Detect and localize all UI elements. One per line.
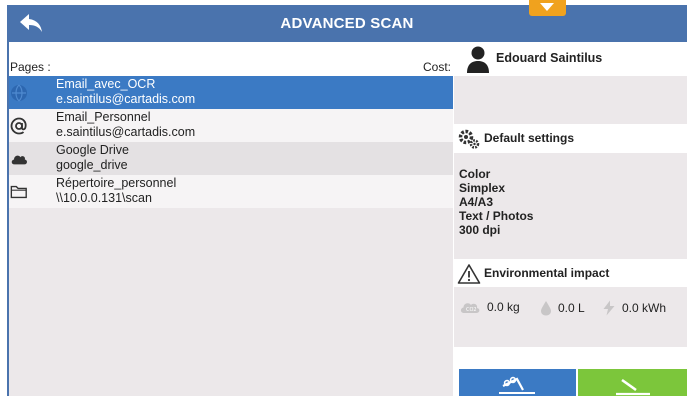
warning-icon <box>457 264 481 284</box>
at-icon <box>10 117 28 135</box>
list-header: Pages : Cost: <box>9 42 453 76</box>
page-title: ADVANCED SCAN <box>280 15 414 32</box>
environment-header: Environmental impact <box>454 259 687 287</box>
svg-text:CO2: CO2 <box>466 307 477 313</box>
user-icon <box>467 46 489 73</box>
water-drop-icon <box>541 301 551 316</box>
cloud-icon <box>10 150 28 168</box>
header-bar: ADVANCED SCAN <box>7 5 687 42</box>
folder-icon <box>10 183 28 201</box>
chevron-down-icon <box>540 3 554 11</box>
environment-title: Environmental impact <box>484 266 610 280</box>
start-scan-button[interactable] <box>578 369 687 396</box>
list-item[interactable]: Répertoire_personnel \\10.0.0.131\scan <box>9 175 453 208</box>
list-item-name: Email_Personnel <box>56 110 151 124</box>
list-item-detail: google_drive <box>56 158 128 172</box>
user-details <box>454 76 687 124</box>
co2-value: 0.0 kg <box>487 300 520 314</box>
setting-paper-size: A4/A3 <box>459 195 494 209</box>
destination-list: Pages : Cost: Email_avec_OCR e.saintilus… <box>9 42 453 396</box>
setting-sides: Simplex <box>459 181 506 195</box>
user-name: Edouard Saintilus <box>496 51 603 65</box>
settings-title: Default settings <box>484 131 575 145</box>
list-item-detail: \\10.0.0.131\scan <box>56 191 152 205</box>
setting-color: Color <box>459 167 491 181</box>
environment-values: CO2 0.0 kg 0.0 L 0.0 kWh <box>454 287 687 347</box>
co2-item: CO2 0.0 kg <box>459 300 520 314</box>
gears-icon <box>458 129 480 149</box>
list-item[interactable]: Google Drive google_drive <box>9 142 453 175</box>
water-item: 0.0 L <box>540 300 585 316</box>
list-item-name: Email_avec_OCR <box>56 77 156 91</box>
setting-resolution: 300 dpi <box>459 223 501 237</box>
scanner-icon <box>499 376 535 394</box>
settings-values: Color Simplex A4/A3 Text / Photos 300 dp… <box>454 153 687 259</box>
list-item-name: Google Drive <box>56 143 129 157</box>
scan-settings-button[interactable] <box>459 369 576 396</box>
lightning-icon <box>603 300 615 316</box>
energy-value: 0.0 kWh <box>622 301 667 315</box>
energy-item: 0.0 kWh <box>602 300 666 316</box>
settings-header: Default settings <box>454 124 687 152</box>
setting-document-type: Text / Photos <box>459 209 534 223</box>
user-box: Edouard Saintilus <box>454 42 687 76</box>
list-item-detail: e.saintilus@cartadis.com <box>56 125 196 139</box>
cost-label: Cost: <box>422 60 451 74</box>
list-item[interactable]: Email_Personnel e.saintilus@cartadis.com <box>9 109 453 142</box>
list-item-detail: e.saintilus@cartadis.com <box>56 92 196 106</box>
co2-cloud-icon: CO2 <box>460 303 480 313</box>
list-item-name: Répertoire_personnel <box>56 176 177 190</box>
list-item[interactable]: Email_avec_OCR e.saintilus@cartadis.com <box>9 76 453 109</box>
menu-dropdown-tab[interactable] <box>529 0 566 16</box>
info-panel: Edouard Saintilus Default settings Color… <box>454 42 687 396</box>
send-icon <box>616 378 650 396</box>
pages-label: Pages : <box>10 60 51 74</box>
water-value: 0.0 L <box>558 301 585 315</box>
globe-icon <box>10 84 28 102</box>
